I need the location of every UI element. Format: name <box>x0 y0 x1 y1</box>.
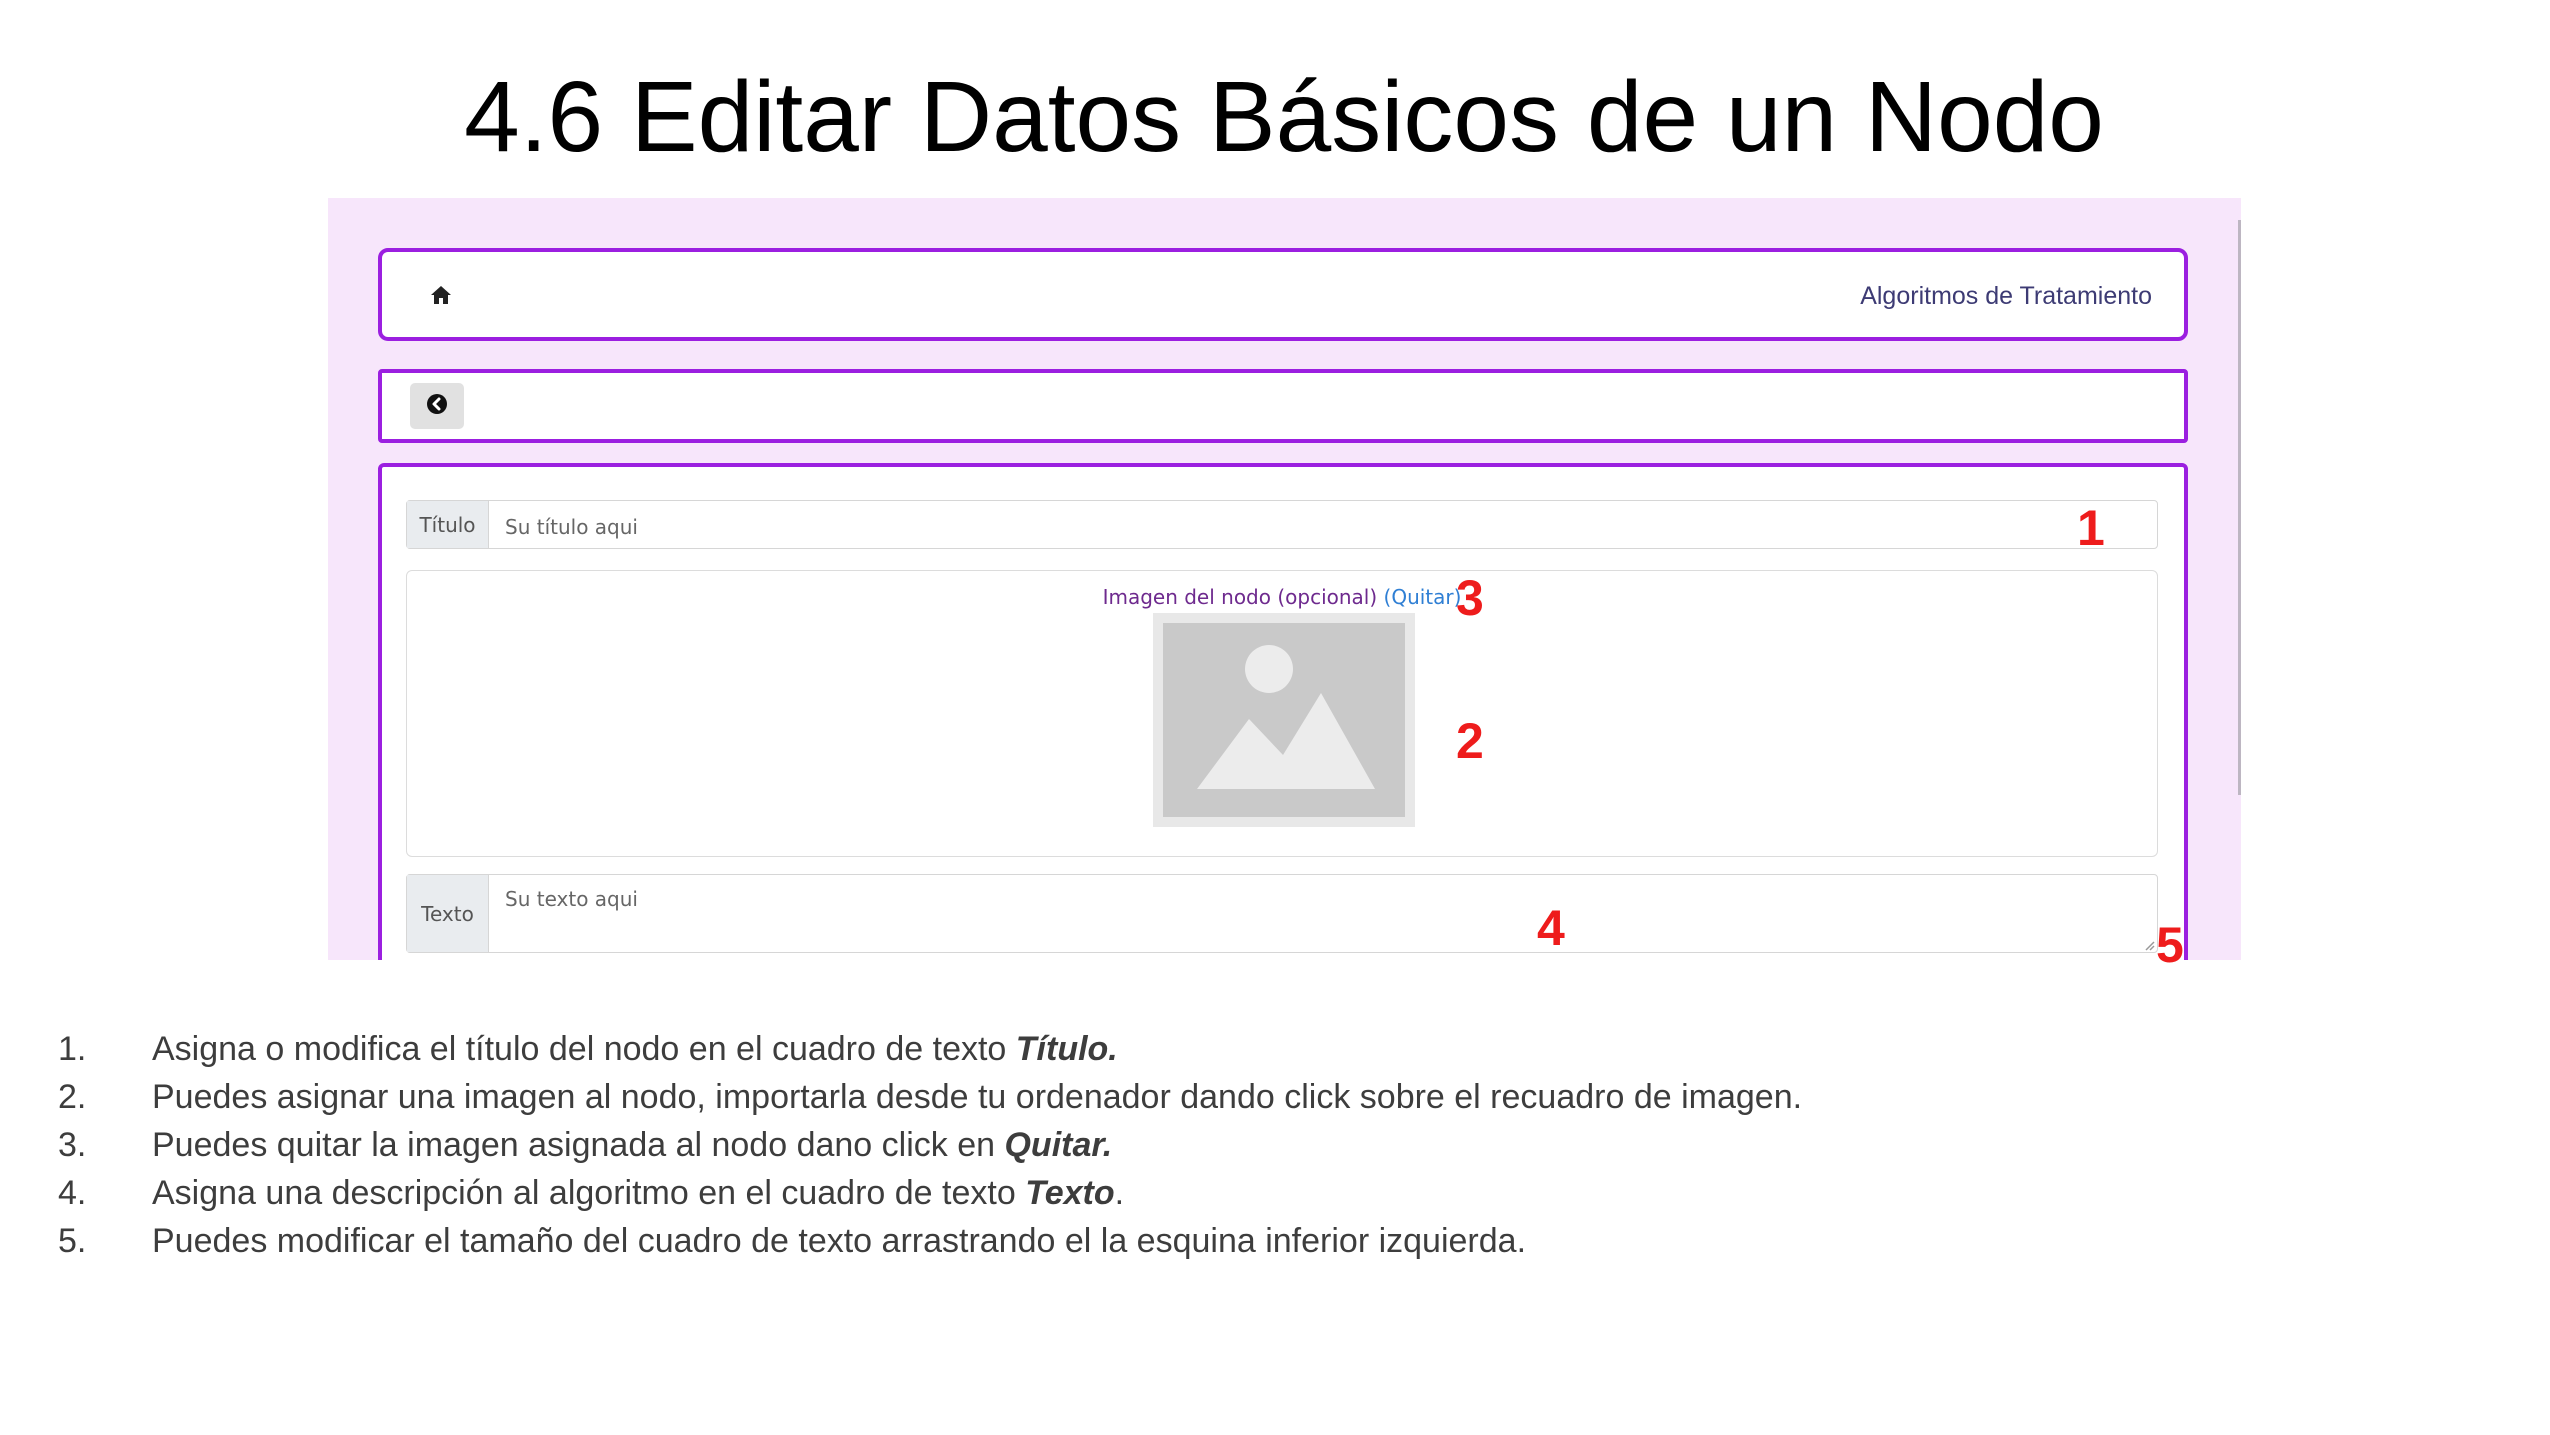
instruction-text: Asigna una descripción al algoritmo en e… <box>152 1174 1125 1212</box>
instruction-text: Puedes quitar la imagen asignada al nodo… <box>152 1126 1113 1164</box>
instruction-item: 5. Puedes modificar el tamaño del cuadro… <box>58 1222 2478 1270</box>
slide-title: 4.6 Editar Datos Básicos de un Nodo <box>464 61 2104 173</box>
instruction-number: 1. <box>58 1030 87 1068</box>
resize-grip-icon[interactable] <box>2143 938 2155 951</box>
action-toolbar <box>378 369 2188 443</box>
instruction-text: Asigna o modifica el título del nodo en … <box>152 1030 1118 1068</box>
instruction-text: Puedes modificar el tamaño del cuadro de… <box>152 1222 1527 1260</box>
image-placeholder-icon <box>1153 623 1415 831</box>
instruction-item: 2. Puedes asignar una imagen al nodo, im… <box>58 1078 2478 1126</box>
text-textarea[interactable]: Su texto aqui <box>489 875 2157 952</box>
text-input-group: Texto Su texto aqui <box>406 874 2158 953</box>
image-upload-box[interactable]: Imagen del nodo (opcional) (Quitar) <box>406 570 2158 857</box>
page-scrollbar[interactable] <box>2238 220 2241 795</box>
instructions-list: 1. Asigna o modifica el título del nodo … <box>58 1030 2478 1270</box>
top-navbar: Algoritmos de Tratamiento <box>378 248 2188 341</box>
title-input-group: Título Su título aqui <box>406 500 2158 549</box>
title-label: Título <box>407 501 489 548</box>
instruction-number: 4. <box>58 1174 87 1212</box>
annotation-1: 1 <box>2077 500 2105 556</box>
instruction-item: 3. Puedes quitar la imagen asignada al n… <box>58 1126 2478 1174</box>
app-brand[interactable]: Algoritmos de Tratamiento <box>1860 282 2152 311</box>
instruction-text: Puedes asignar una imagen al nodo, impor… <box>152 1078 1803 1116</box>
instruction-item: 4. Asigna una descripción al algoritmo e… <box>58 1174 2478 1222</box>
annotation-4: 4 <box>1537 900 1565 956</box>
image-label-row: Imagen del nodo (opcional) (Quitar) <box>407 585 2157 609</box>
app-screenshot: Algoritmos de Tratamiento Título Su títu… <box>328 198 2241 960</box>
back-circle-icon <box>426 393 448 420</box>
annotation-2: 2 <box>1456 713 1484 769</box>
remove-image-link[interactable]: (Quitar) <box>1384 585 1462 609</box>
instruction-number: 2. <box>58 1078 87 1116</box>
instruction-item: 1. Asigna o modifica el título del nodo … <box>58 1030 2478 1078</box>
node-form: Título Su título aqui Imagen del nodo (o… <box>378 463 2188 960</box>
image-placeholder[interactable] <box>1153 613 1415 827</box>
title-input[interactable]: Su título aqui <box>489 501 2157 548</box>
instruction-number: 5. <box>58 1222 87 1260</box>
home-icon[interactable] <box>430 285 452 305</box>
image-label: Imagen del nodo (opcional) <box>1102 585 1378 609</box>
back-button[interactable] <box>410 383 464 429</box>
annotation-3: 3 <box>1456 570 1484 626</box>
text-label: Texto <box>407 875 489 952</box>
instruction-number: 3. <box>58 1126 87 1164</box>
annotation-5: 5 <box>2156 917 2184 973</box>
